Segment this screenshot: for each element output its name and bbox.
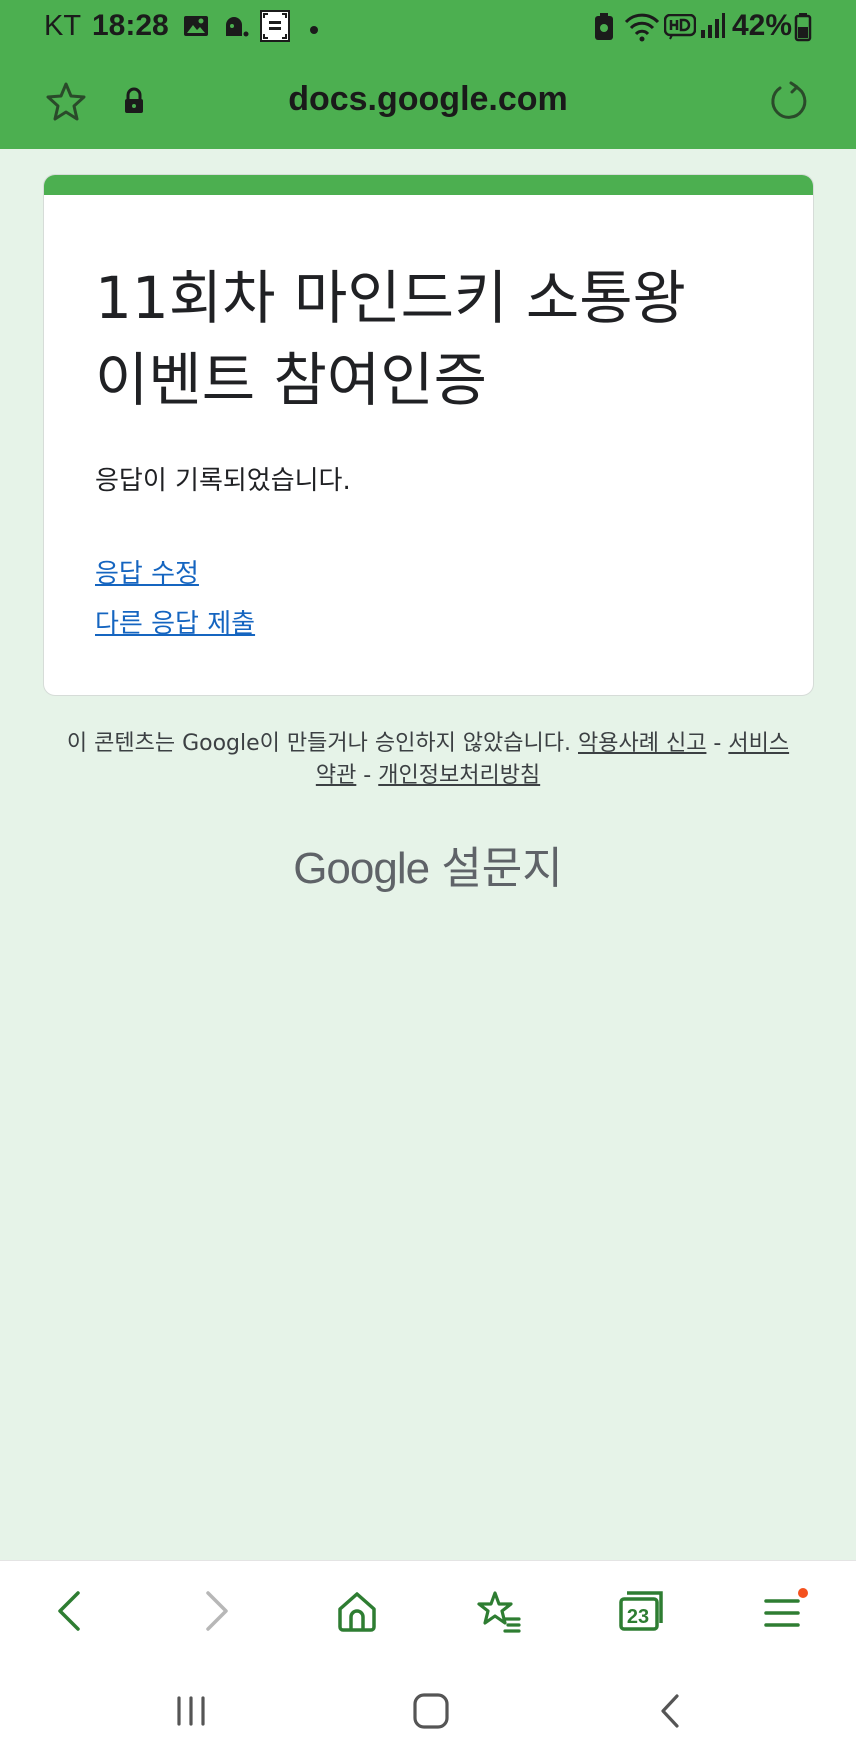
hd-voice-icon bbox=[663, 13, 697, 45]
wifi-icon bbox=[624, 12, 660, 47]
battery-percentage: 42% bbox=[732, 9, 793, 42]
menu-notification-dot bbox=[798, 1588, 808, 1598]
back-button[interactable] bbox=[42, 1583, 98, 1639]
tabs-button[interactable]: 23 bbox=[613, 1583, 669, 1639]
browser-bottom-toolbar: 23 bbox=[0, 1560, 856, 1659]
privacy-link[interactable]: 개인정보처리방침 bbox=[378, 763, 540, 788]
edit-response-link[interactable]: 응답 수정 bbox=[95, 553, 199, 590]
disclaimer-text: 이 콘텐츠는 Google이 만들거나 승인하지 않았습니다. bbox=[66, 731, 571, 756]
battery-icon bbox=[794, 12, 812, 47]
browser-top-bar: KT 18:28 42% docs.google.com bbox=[0, 0, 856, 149]
system-back-button[interactable] bbox=[646, 1686, 696, 1736]
tab-count: 23 bbox=[626, 1605, 650, 1628]
response-recorded-message: 응답이 기록되었습니다. bbox=[95, 466, 351, 496]
system-home-button[interactable] bbox=[406, 1686, 456, 1736]
bookmarks-button[interactable] bbox=[470, 1583, 526, 1639]
forms-wordmark: 설문지 bbox=[441, 844, 563, 893]
address-bar[interactable]: docs.google.com bbox=[0, 62, 856, 142]
report-abuse-link[interactable]: 악용사례 신고 bbox=[578, 731, 706, 756]
home-button[interactable] bbox=[329, 1583, 385, 1639]
menu-button[interactable] bbox=[756, 1583, 812, 1639]
reload-icon[interactable] bbox=[764, 77, 812, 125]
status-bar: KT 18:28 42% bbox=[0, 0, 856, 58]
battery-saver-icon bbox=[592, 12, 616, 47]
submit-another-response-link[interactable]: 다른 응답 제출 bbox=[95, 603, 255, 640]
footer-disclaimer: 이 콘텐츠는 Google이 만들거나 승인하지 않았습니다. 악용사례 신고 … bbox=[60, 728, 796, 792]
confirmation-card: 11회차 마인드키 소통왕 이벤트 참여인증 응답이 기록되었습니다. 응답 수… bbox=[43, 174, 814, 696]
more-notifications-dot bbox=[309, 22, 319, 40]
gallery-icon bbox=[182, 12, 210, 45]
form-title: 11회차 마인드키 소통왕 이벤트 참여인증 bbox=[95, 264, 686, 414]
system-navigation-bar bbox=[0, 1658, 856, 1760]
qr-app-icon bbox=[260, 10, 290, 47]
separator-1: - bbox=[706, 731, 729, 756]
forward-button[interactable] bbox=[188, 1583, 244, 1639]
recent-apps-button[interactable] bbox=[166, 1686, 216, 1736]
separator-2: - bbox=[356, 763, 379, 788]
url-text[interactable]: docs.google.com bbox=[0, 80, 856, 119]
google-wordmark: Google bbox=[293, 844, 430, 893]
card-accent-bar bbox=[44, 175, 813, 195]
app-notification-icon bbox=[222, 12, 250, 45]
signal-icon bbox=[700, 12, 726, 45]
carrier-label: KT bbox=[44, 10, 82, 42]
clock: 18:28 bbox=[92, 9, 169, 42]
google-forms-logo[interactable]: Google 설문지 bbox=[0, 832, 856, 896]
